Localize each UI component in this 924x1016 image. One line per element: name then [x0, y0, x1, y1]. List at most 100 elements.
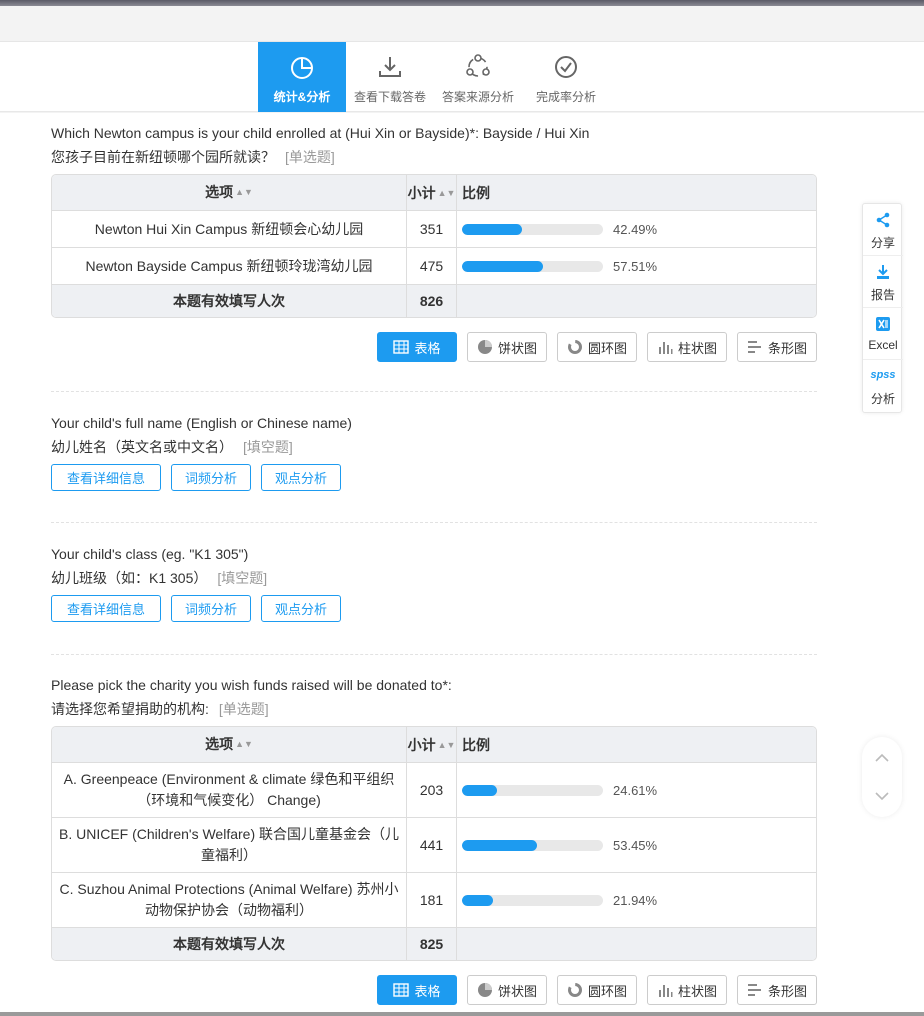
- table-footer: 本题有效填写人次 826: [52, 284, 816, 317]
- header-count[interactable]: 小计 ▲▼: [407, 727, 457, 762]
- row-count: 203: [407, 763, 457, 817]
- spss-analysis-button[interactable]: spss 分析: [863, 360, 903, 412]
- row-percent: 24.61%: [613, 782, 658, 798]
- header-option-label: 选项: [205, 736, 234, 752]
- share-label: 分享: [870, 236, 895, 250]
- spss-label: 分析: [870, 392, 895, 406]
- share-button[interactable]: 分享: [863, 204, 903, 256]
- download-report-icon: [877, 265, 889, 279]
- bar-chart-button[interactable]: 条形图: [737, 332, 817, 362]
- header-option-label: 选项: [205, 184, 234, 200]
- question-type: [填空题]: [243, 439, 293, 455]
- tab-label: 完成率分析: [535, 90, 596, 104]
- row-option: A. Greenpeace (Environment & climate 绿色和…: [52, 763, 407, 817]
- sort-icon: ▲▼: [437, 739, 456, 750]
- table-header: 选项 ▲▼ 小计 ▲▼ 比例: [52, 175, 816, 210]
- question-3: Your child's class (eg. "K1 305") 幼儿班级（如…: [51, 542, 817, 590]
- tab-view-download[interactable]: 查看下载答卷: [346, 42, 434, 112]
- row-option: B. UNICEF (Children's Welfare) 联合国儿童基金会（…: [52, 818, 407, 872]
- spss-icon: spss: [870, 369, 896, 381]
- table-footer: 本题有效填写人次 825: [52, 927, 816, 960]
- pie-chart-icon: [291, 57, 313, 79]
- progress-fill: [462, 894, 493, 906]
- analysis-nav: 统计&分析 查看下载答卷 答案来源分析 完成率分析: [0, 42, 924, 112]
- pie-icon: [477, 983, 492, 997]
- header-count-label: 小计: [407, 184, 436, 201]
- question-subtitle: 幼儿班级（如：K1 305） [填空题]: [51, 566, 817, 590]
- progress-bar: [462, 784, 603, 796]
- question-subtitle: 您孩子目前在新纽顿哪个园所就读？ [单选题]: [51, 145, 817, 169]
- footer-empty: [457, 285, 816, 317]
- question-subtitle-text: 请选择您希望捐助的机构:: [51, 701, 209, 717]
- tab-statistics-analysis[interactable]: 统计&分析: [258, 42, 346, 112]
- pie-chart-button[interactable]: 饼状图: [467, 332, 547, 362]
- report-button[interactable]: 报告: [863, 256, 903, 308]
- donut-chart-button[interactable]: 圆环图: [557, 975, 637, 1005]
- bottom-edge: [0, 1012, 924, 1016]
- column-chart-button[interactable]: 柱状图: [647, 332, 727, 362]
- progress-bar: [462, 260, 603, 272]
- tab-label: 查看下载答卷: [353, 90, 426, 104]
- excel-label: Excel: [868, 338, 898, 352]
- question-type: [单选题]: [218, 701, 269, 717]
- progress-bar: [462, 223, 603, 235]
- question-type: [填空题]: [217, 570, 268, 586]
- header-option[interactable]: 选项 ▲▼: [52, 727, 407, 762]
- download-icon: [379, 57, 401, 77]
- report-label: 报告: [870, 288, 895, 302]
- donut-icon: [567, 340, 582, 354]
- table-row: B. UNICEF (Children's Welfare) 联合国儿童基金会（…: [52, 817, 816, 872]
- row-percent: 53.45%: [613, 837, 658, 853]
- question-subtitle-text: 您孩子目前在新纽顿哪个园所就读？: [51, 149, 275, 165]
- table-row: C. Suzhou Animal Protections (Animal Wel…: [52, 872, 816, 927]
- footer-empty: [457, 928, 816, 960]
- section-divider: [51, 391, 817, 392]
- column-chart-button[interactable]: 柱状图: [647, 975, 727, 1005]
- question-title: Your child's full name (English or Chine…: [51, 415, 352, 431]
- word-frequency-button[interactable]: 词频分析: [171, 595, 251, 622]
- header-option[interactable]: 选项 ▲▼: [52, 175, 407, 210]
- bar-chart-icon: [747, 984, 761, 996]
- button-label: 条形图: [767, 340, 807, 356]
- table-icon: [393, 340, 410, 354]
- header-count-label: 小计: [407, 736, 436, 753]
- total-count: 825: [407, 928, 457, 960]
- row-ratio: 42.49%: [457, 211, 816, 247]
- share-icon: [876, 212, 890, 228]
- opinion-analysis-button[interactable]: 观点分析: [261, 464, 341, 491]
- opinion-analysis-button[interactable]: 观点分析: [261, 595, 341, 622]
- table-row: A. Greenpeace (Environment & climate 绿色和…: [52, 762, 816, 817]
- total-label: 本题有效填写人次: [52, 928, 407, 960]
- question-type: [单选题]: [285, 149, 335, 165]
- scroll-controls: [862, 737, 902, 817]
- q4-results-table: 选项 ▲▼ 小计 ▲▼ 比例 A. Greenpeace (Environment …: [51, 726, 817, 961]
- pie-icon: [477, 340, 492, 354]
- header-count[interactable]: 小计 ▲▼: [407, 175, 457, 210]
- button-label: 表格: [414, 340, 441, 356]
- section-divider: [51, 522, 817, 523]
- question-1: Which Newton campus is your child enroll…: [51, 121, 817, 169]
- table-view-button[interactable]: 表格: [377, 975, 457, 1005]
- sort-icon: ▲▼: [235, 187, 253, 197]
- row-count: 441: [407, 818, 457, 872]
- excel-button[interactable]: Excel: [863, 308, 903, 360]
- share-nodes-icon: [466, 54, 490, 77]
- table-view-button[interactable]: 表格: [377, 332, 457, 362]
- pie-chart-button[interactable]: 饼状图: [467, 975, 547, 1005]
- scroll-down-icon[interactable]: [874, 788, 890, 804]
- button-label: 柱状图: [677, 340, 717, 356]
- row-percent: 21.94%: [613, 892, 658, 908]
- bar-chart-button[interactable]: 条形图: [737, 975, 817, 1005]
- tab-completion-rate[interactable]: 完成率分析: [522, 42, 610, 112]
- row-ratio: 21.94%: [457, 873, 816, 927]
- button-label: 表格: [414, 983, 441, 999]
- question-subtitle: 幼儿姓名（英文名或中文名） [填空题]: [51, 435, 817, 459]
- view-details-button[interactable]: 查看详细信息: [51, 595, 161, 622]
- view-details-button[interactable]: 查看详细信息: [51, 464, 161, 491]
- row-count: 181: [407, 873, 457, 927]
- scroll-up-icon[interactable]: [874, 750, 890, 766]
- donut-chart-button[interactable]: 圆环图: [557, 332, 637, 362]
- tab-source-analysis[interactable]: 答案来源分析: [434, 42, 522, 112]
- word-frequency-button[interactable]: 词频分析: [171, 464, 251, 491]
- button-label: 圆环图: [587, 340, 627, 356]
